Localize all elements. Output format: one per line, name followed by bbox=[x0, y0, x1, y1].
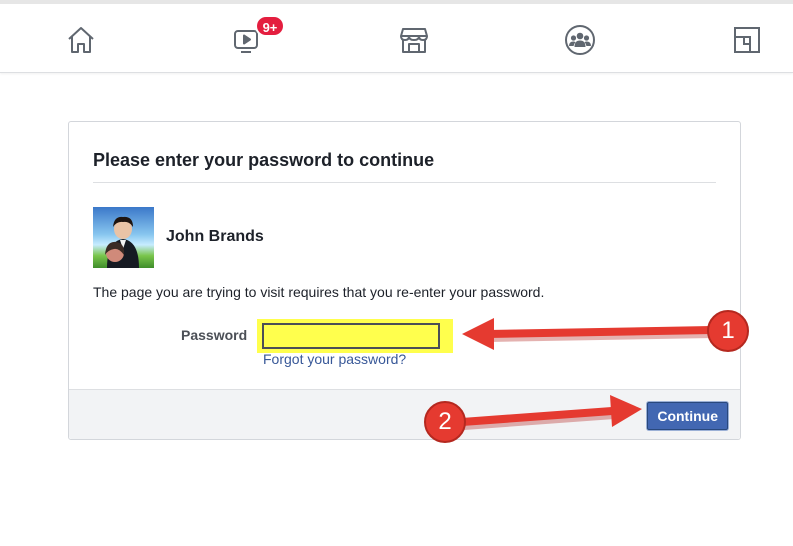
groups-icon[interactable] bbox=[564, 24, 596, 56]
gaming-icon[interactable] bbox=[731, 24, 763, 56]
avatar bbox=[93, 207, 154, 268]
password-input[interactable] bbox=[262, 323, 440, 349]
marketplace-icon[interactable] bbox=[398, 24, 430, 56]
password-dialog: Please enter your password to continue J… bbox=[68, 121, 741, 440]
forgot-password-link[interactable]: Forgot your password? bbox=[263, 351, 406, 367]
step-1-number: 1 bbox=[721, 317, 735, 344]
dialog-footer: Continue bbox=[69, 389, 740, 439]
reauth-message: The page you are trying to visit require… bbox=[93, 284, 545, 300]
home-icon[interactable] bbox=[65, 24, 97, 56]
dialog-title: Please enter your password to continue bbox=[93, 150, 435, 170]
user-name: John Brands bbox=[166, 228, 264, 245]
notification-badge: 9+ bbox=[255, 15, 285, 37]
step-2-number: 2 bbox=[438, 408, 452, 435]
password-label: Password bbox=[181, 327, 248, 343]
top-navigation-bar: 9+ bbox=[0, 0, 793, 73]
divider bbox=[93, 182, 716, 183]
continue-button[interactable]: Continue bbox=[647, 402, 728, 430]
